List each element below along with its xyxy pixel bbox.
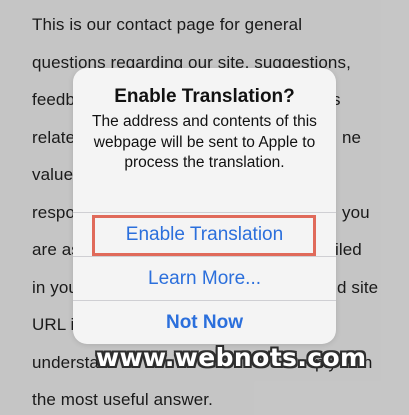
alert-title: Enable Translation? <box>114 86 295 107</box>
alert-actions: Enable Translation Learn More... Not Now <box>73 212 336 344</box>
learn-more-button[interactable]: Learn More... <box>73 256 336 300</box>
watermark-text: www.webnots.com <box>96 343 367 372</box>
not-now-button[interactable]: Not Now <box>73 300 336 344</box>
screen: This is our contact page for general que… <box>0 0 409 415</box>
enable-translation-button[interactable]: Enable Translation <box>73 212 336 256</box>
alert-message: The address and contents of this webpage… <box>92 113 317 171</box>
translation-alert-dialog: Enable Translation? The address and cont… <box>73 68 336 344</box>
